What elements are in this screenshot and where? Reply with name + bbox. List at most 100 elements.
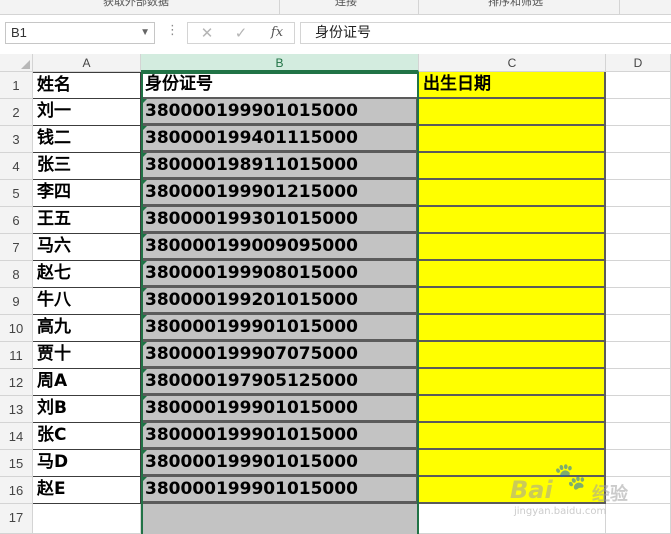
cancel-icon[interactable]: ✕ [192,23,222,43]
cell-empty[interactable] [141,504,419,534]
row-header[interactable]: 12 [0,369,33,396]
cell-header-birth[interactable]: 出生日期 [419,72,606,99]
cell-empty[interactable] [606,207,671,234]
cell-id-number[interactable]: 380000199201015000 [141,288,419,315]
cell-empty[interactable] [606,288,671,315]
row-header[interactable]: 4 [0,153,33,180]
row-header[interactable]: 15 [0,450,33,477]
cell-id-number[interactable]: 380000199901015000 [141,315,419,342]
name-box[interactable]: B1 ▼ [5,22,155,44]
ribbon-group-get-external-data[interactable]: 获取外部数据 [103,0,169,9]
row-header[interactable]: 2 [0,99,33,126]
cell-empty[interactable] [606,261,671,288]
cell-name[interactable]: 高九 [33,315,141,342]
row-header[interactable]: 7 [0,234,33,261]
cell-id-number[interactable]: 380000199009095000 [141,234,419,261]
cell-empty[interactable] [606,126,671,153]
column-header-d[interactable]: D [606,54,671,72]
row-header[interactable]: 10 [0,315,33,342]
ribbon-group-sort-filter[interactable]: 排序和筛选 [488,0,543,9]
cell-name[interactable]: 周A [33,369,141,396]
row-header[interactable]: 13 [0,396,33,423]
cell-empty[interactable] [606,477,671,504]
cell-name[interactable]: 钱二 [33,126,141,153]
column-header-a[interactable]: A [33,54,141,72]
cell-id-number[interactable]: 380000199901015000 [141,450,419,477]
cell-name[interactable]: 赵E [33,477,141,504]
cell-name[interactable]: 张三 [33,153,141,180]
cell-id-number[interactable]: 380000198911015000 [141,153,419,180]
cell-empty[interactable] [606,180,671,207]
cell-id-number[interactable]: 380000199907075000 [141,342,419,369]
cell-empty[interactable] [606,315,671,342]
cell-name[interactable]: 刘B [33,396,141,423]
cell-id-number[interactable]: 380000199401115000 [141,126,419,153]
cell-id-number[interactable]: 380000199901015000 [141,99,419,126]
cell-name[interactable]: 赵七 [33,261,141,288]
cell-birth-date[interactable] [419,396,606,423]
enter-icon[interactable]: ✓ [226,23,256,43]
cell-name[interactable]: 刘一 [33,99,141,126]
cell-birth-date[interactable] [419,261,606,288]
cell-birth-date[interactable] [419,126,606,153]
cell-empty[interactable] [606,342,671,369]
row-header[interactable]: 11 [0,342,33,369]
cell-empty[interactable] [606,369,671,396]
cell-empty[interactable] [606,153,671,180]
cell-birth-date[interactable] [419,180,606,207]
chevron-down-icon[interactable]: ▼ [140,23,150,43]
cell-empty[interactable] [606,72,671,99]
cell-empty[interactable] [419,504,606,534]
cell-header-name[interactable]: 姓名 [33,72,141,99]
cell-birth-date[interactable] [419,369,606,396]
row-header[interactable]: 17 [0,504,33,534]
cell-name[interactable]: 马D [33,450,141,477]
cell-birth-date[interactable] [419,315,606,342]
cell-birth-date[interactable] [419,234,606,261]
cell-name[interactable]: 贾十 [33,342,141,369]
cell-birth-date[interactable] [419,207,606,234]
column-header-b[interactable]: B [141,54,419,72]
cell-id-number[interactable]: 380000199901015000 [141,423,419,450]
cell-birth-date[interactable] [419,342,606,369]
cell-name[interactable]: 王五 [33,207,141,234]
more-options-icon[interactable]: ⋮ [166,23,179,38]
cell-empty[interactable] [606,99,671,126]
cell-birth-date[interactable] [419,450,606,477]
cell-name[interactable]: 张C [33,423,141,450]
row-header[interactable]: 16 [0,477,33,504]
cell-empty[interactable] [606,234,671,261]
row-header[interactable]: 8 [0,261,33,288]
cell-empty[interactable] [33,504,141,534]
cell-empty[interactable] [606,450,671,477]
cell-id-number[interactable]: 380000197905125000 [141,369,419,396]
formula-input[interactable]: 身份证号 [300,22,671,44]
cell-name[interactable]: 李四 [33,180,141,207]
cell-birth-date[interactable] [419,99,606,126]
cell-name[interactable]: 马六 [33,234,141,261]
row-header[interactable]: 3 [0,126,33,153]
cell-id-number[interactable]: 380000199901015000 [141,396,419,423]
row-header[interactable]: 6 [0,207,33,234]
column-header-c[interactable]: C [419,54,606,72]
row-header[interactable]: 9 [0,288,33,315]
cell-id-number[interactable]: 380000199908015000 [141,261,419,288]
cell-id-number[interactable]: 380000199301015000 [141,207,419,234]
cell-empty[interactable] [606,504,671,534]
select-all-corner[interactable] [0,54,33,72]
cell-id-number[interactable]: 380000199901015000 [141,477,419,504]
cell-birth-date[interactable] [419,153,606,180]
cell-empty[interactable] [606,423,671,450]
row-header[interactable]: 1 [0,72,33,99]
cell-empty[interactable] [606,396,671,423]
cell-birth-date[interactable] [419,423,606,450]
cell-id-number[interactable]: 380000199901215000 [141,180,419,207]
cell-name[interactable]: 牛八 [33,288,141,315]
cell-birth-date[interactable] [419,288,606,315]
row-header[interactable]: 5 [0,180,33,207]
cell-header-id[interactable]: 身份证号 [141,72,419,99]
cell-birth-date[interactable] [419,477,606,504]
row-header[interactable]: 14 [0,423,33,450]
insert-function-icon[interactable]: fx [262,23,292,43]
ribbon-group-connections[interactable]: 连接 [335,0,357,9]
